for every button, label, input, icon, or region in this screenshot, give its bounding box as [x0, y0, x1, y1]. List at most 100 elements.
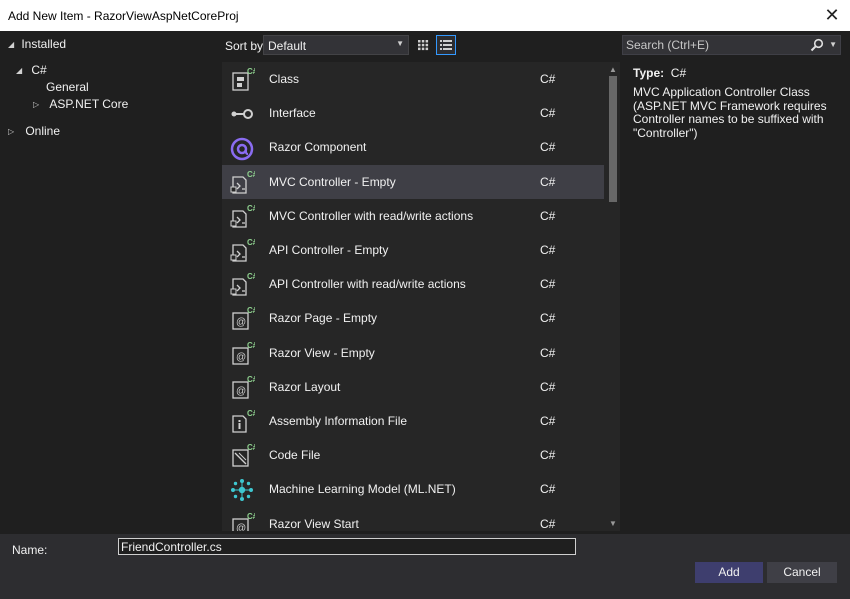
class-icon: C# [229, 67, 258, 93]
scroll-thumb[interactable] [609, 76, 617, 202]
template-tree: ◢ Installed ◢ C# General ▷ ASP.NET Core … [0, 31, 220, 534]
tree-item-label: Installed [21, 37, 67, 51]
template-language: C# [540, 208, 556, 223]
template-item[interactable]: Razor Component C# [222, 130, 604, 164]
template-name: Razor Page - Empty [269, 311, 378, 326]
template-item[interactable]: Interface C# [222, 96, 604, 130]
template-item[interactable]: Machine Learning Model (ML.NET) C# [222, 472, 604, 506]
svg-text:C#: C# [247, 409, 255, 418]
tree-item-csharp[interactable]: ◢ C# [16, 62, 47, 79]
close-icon[interactable]: ✕ [822, 4, 842, 26]
svg-text:@: @ [236, 523, 246, 531]
list-view-icon [440, 40, 452, 50]
svg-text:C#: C# [247, 443, 255, 452]
svg-text:C#: C# [247, 306, 255, 315]
razor-page-icon: @C# [229, 341, 258, 367]
template-language: C# [540, 277, 556, 292]
expanded-arrow-icon: ◢ [16, 66, 23, 76]
tree-item-online[interactable]: ▷ Online [8, 123, 60, 140]
scroll-down-icon[interactable]: ▼ [609, 519, 617, 528]
template-language: C# [540, 140, 556, 155]
template-item[interactable]: C# Class C# [222, 62, 604, 96]
grid-view-button[interactable] [413, 35, 433, 55]
search-box[interactable]: ▼ [622, 35, 841, 55]
details-description: MVC Application Controller Class (ASP.NE… [633, 85, 827, 140]
template-language: C# [540, 72, 556, 86]
template-item[interactable]: C# API Controller - Empty C# [222, 233, 604, 267]
svg-text:C#: C# [247, 341, 255, 350]
template-item[interactable]: C# Code File C# [222, 438, 604, 472]
template-language: C# [540, 379, 556, 394]
template-name: Class [269, 72, 300, 86]
chevron-down-icon[interactable]: ▼ [829, 40, 837, 49]
template-name: Code File [269, 448, 321, 463]
code-file-icon: C# [229, 443, 258, 469]
template-item[interactable]: @C#Razor Page - EmptyC# [222, 301, 604, 335]
template-language: C# [540, 174, 556, 189]
template-item[interactable]: @C#Razor View - EmptyC# [222, 336, 604, 370]
search-input[interactable] [623, 36, 813, 54]
scroll-up-icon[interactable]: ▲ [609, 65, 617, 74]
footer-bar: Name: Add Cancel [0, 534, 850, 599]
interface-icon [229, 101, 255, 127]
tree-item-installed[interactable]: ◢ Installed [8, 36, 66, 53]
razor-component-icon [229, 135, 255, 161]
list-view-button[interactable] [436, 35, 456, 55]
svg-text:C#: C# [247, 512, 255, 521]
template-language: C# [540, 448, 556, 463]
tree-item-general[interactable]: General [46, 79, 89, 96]
svg-text:C#: C# [247, 272, 255, 281]
razor-page-icon: @C# [229, 375, 258, 401]
tree-item-label: C# [31, 63, 47, 77]
controller-icon: C# [229, 204, 258, 230]
template-language: C# [540, 482, 556, 497]
chevron-down-icon: ▼ [396, 39, 404, 48]
template-item[interactable]: @C#Razor View StartC# [222, 507, 604, 531]
sort-value: Default [268, 39, 307, 53]
title-bar: Add New Item - RazorViewAspNetCoreProj ✕ [0, 0, 850, 31]
search-icon[interactable] [810, 38, 824, 52]
template-name: Machine Learning Model (ML.NET) [269, 482, 456, 497]
template-language: C# [540, 311, 556, 326]
template-item[interactable]: C# MVC Controller - Empty C# [222, 164, 604, 199]
template-language: C# [540, 414, 556, 428]
tree-item-aspnetcore[interactable]: ▷ ASP.NET Core [33, 96, 128, 113]
template-item[interactable]: @C#Razor LayoutC# [222, 370, 604, 404]
svg-text:C#: C# [247, 375, 255, 384]
add-button[interactable]: Add [695, 562, 763, 583]
dialog-body: ◢ Installed ◢ C# General ▷ ASP.NET Core … [0, 31, 850, 599]
template-name: Assembly Information File [269, 414, 408, 428]
expanded-arrow-icon: ◢ [8, 40, 15, 50]
template-language: C# [540, 106, 556, 121]
sort-dropdown[interactable]: Default ▼ [263, 35, 409, 55]
template-language: C# [540, 516, 556, 531]
window-title: Add New Item - RazorViewAspNetCoreProj [8, 9, 239, 23]
svg-text:@: @ [236, 352, 246, 363]
template-language: C# [540, 345, 556, 360]
name-label: Name: [12, 543, 48, 557]
controller-icon: C# [229, 170, 258, 196]
collapsed-arrow-icon: ▷ [33, 100, 40, 110]
controller-icon: C# [229, 272, 258, 298]
sort-label: Sort by: [225, 39, 267, 53]
template-name: Razor View Start [269, 516, 359, 531]
template-name: Razor View - Empty [269, 345, 375, 360]
name-field[interactable] [118, 538, 576, 555]
template-name: Razor Component [269, 140, 367, 155]
template-name: API Controller - Empty [269, 243, 389, 257]
list-scrollbar[interactable]: ▲ ▼ [606, 62, 620, 531]
details-type-label: Type: [633, 66, 665, 80]
collapsed-arrow-icon: ▷ [8, 127, 15, 137]
cancel-button[interactable]: Cancel [767, 562, 837, 583]
svg-text:@: @ [236, 317, 246, 328]
template-item[interactable]: C# MVC Controller with read/write actions… [222, 199, 604, 233]
template-item[interactable]: C# API Controller with read/write actions… [222, 267, 604, 301]
svg-text:@: @ [236, 386, 246, 397]
template-name: Interface [269, 106, 316, 121]
ml-model-icon [229, 477, 255, 503]
svg-text:C#: C# [247, 238, 255, 247]
template-list: C#ClassC#InterfaceC#Razor ComponentC#C#M… [222, 62, 620, 531]
template-item[interactable]: C# Assembly Information File C# [222, 404, 604, 438]
template-name: MVC Controller with read/write actions [269, 208, 474, 223]
details-type-value: C# [670, 66, 687, 80]
